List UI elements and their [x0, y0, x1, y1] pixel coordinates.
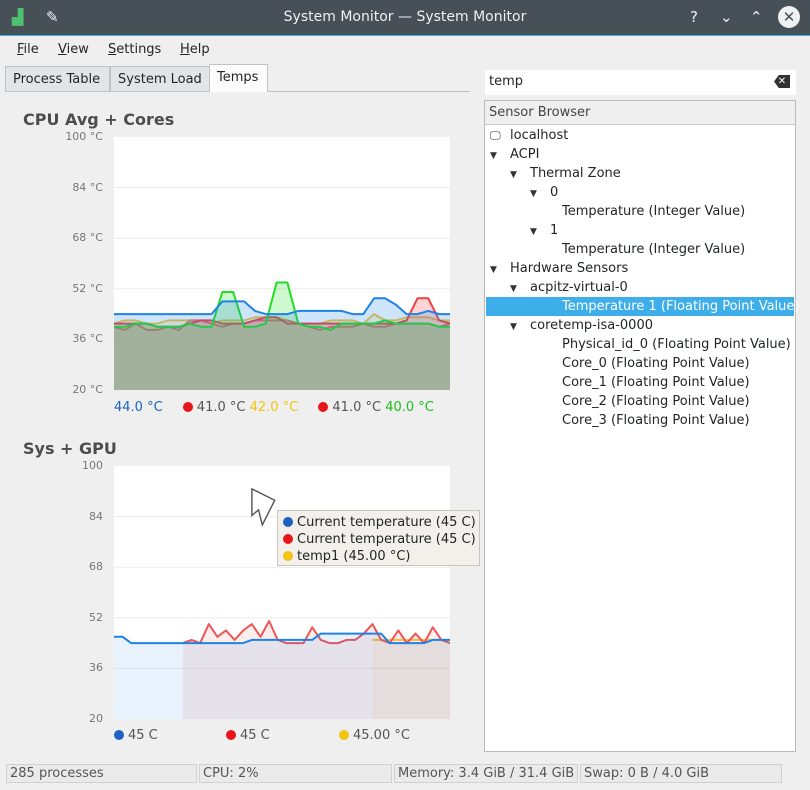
tree-item-label: Temperature (Integer Value)	[562, 204, 746, 219]
tree-item[interactable]: Physical_id_0 (Floating Point Value)	[486, 335, 794, 354]
tree-item[interactable]: Core_2 (Floating Point Value)	[486, 392, 794, 411]
tree-item[interactable]: ▼ ACPI	[486, 145, 794, 164]
sensor-search-input[interactable]: temp ✕	[485, 70, 796, 95]
y-tick-label: 100	[82, 459, 103, 472]
tree-item-label: acpitz-virtual-0	[530, 280, 628, 295]
tree-item-label: Temperature 1 (Floating Point Value)	[562, 299, 800, 314]
tree-item-label: ACPI	[510, 147, 540, 162]
status-cpu: CPU: 2%	[199, 764, 392, 783]
legend-value: 42.0 °C	[249, 400, 299, 415]
tree-item-label: 1	[550, 223, 559, 238]
tooltip-label: Current temperature (45 C)	[297, 515, 476, 530]
sys-legend: 45 C 45 C 45.00 °C	[114, 728, 410, 743]
computer-icon: 🖵	[490, 129, 501, 142]
legend-value: 44.0 °C	[114, 400, 163, 415]
legend-value: 40.0 °C	[385, 400, 434, 415]
chart-tooltip: Current temperature (45 C) Current tempe…	[277, 510, 480, 566]
tooltip-dot	[283, 551, 293, 561]
chart-title-cpu: CPU Avg + Cores	[23, 110, 175, 129]
legend-dot	[182, 402, 193, 412]
tree-item[interactable]: Temperature (Integer Value)	[486, 202, 794, 221]
close-button[interactable]: ✕	[778, 6, 800, 28]
tab-divider	[267, 91, 470, 92]
plot-area	[114, 466, 450, 719]
tree-item-label: 0	[550, 185, 559, 200]
tab-process-table[interactable]: Process Table	[5, 66, 110, 92]
tree-item[interactable]: 🖵 localhost	[486, 126, 794, 145]
tree-item[interactable]: Core_0 (Floating Point Value)	[486, 354, 794, 373]
tree-item-label: Thermal Zone	[530, 166, 621, 181]
legend-dot	[114, 730, 124, 740]
tree-item[interactable]: ▼ 1	[486, 221, 794, 240]
tooltip-label: Current temperature (45 C)	[297, 532, 476, 547]
tree-item-label: Core_3 (Floating Point Value)	[562, 413, 750, 428]
tree-item-label: localhost	[510, 128, 569, 143]
tree-item[interactable]: ▼ Hardware Sensors	[486, 259, 794, 278]
status-processes: 285 processes	[6, 764, 197, 783]
tooltip-label: temp1 (45.00 °C)	[297, 549, 411, 564]
tab-temps[interactable]: Temps	[209, 64, 268, 92]
y-tick-label: 68 °C	[72, 231, 103, 245]
menu-view[interactable]: View	[58, 42, 89, 57]
sensor-browser-header: Sensor Browser	[485, 101, 795, 125]
legend-value: 41.0 °C	[196, 400, 246, 415]
tree-item-label: Hardware Sensors	[510, 261, 629, 276]
legend-dot	[339, 730, 349, 740]
tab-system-load[interactable]: System Load	[110, 66, 210, 92]
y-tick-label: 68	[89, 560, 103, 574]
help-button[interactable]: ?	[690, 8, 698, 26]
tree-item-label: Core_1 (Floating Point Value)	[562, 375, 750, 390]
chart-title-sys: Sys + GPU	[23, 439, 117, 458]
plot-area	[114, 137, 450, 390]
tooltip-dot	[283, 534, 293, 544]
menu-file[interactable]: File	[17, 42, 39, 57]
legend-value: 45 C	[128, 728, 158, 743]
y-tick-label: 52 °C	[72, 281, 103, 295]
tree-item-label: coretemp-isa-0000	[530, 318, 653, 333]
y-tick-label: 36	[89, 661, 103, 675]
tree-item[interactable]: Temperature (Integer Value)	[486, 240, 794, 259]
menu-help[interactable]: Help	[180, 42, 210, 57]
tree-item-label: Core_0 (Floating Point Value)	[562, 356, 750, 371]
tree-item[interactable]: ▼ 0	[486, 183, 794, 202]
tree-item[interactable]: ▼ Thermal Zone	[486, 164, 794, 183]
tree-item-label: Temperature (Integer Value)	[562, 242, 746, 257]
title-bar: ▟ ✎ System Monitor — System Monitor ? ⌄ …	[0, 0, 810, 36]
y-tick-label: 100 °C	[65, 130, 103, 143]
y-tick-label: 52	[89, 610, 103, 624]
legend-dot	[226, 730, 236, 740]
legend-value: 45 C	[240, 728, 270, 743]
legend-dot	[318, 402, 329, 412]
y-tick-label: 20 °C	[72, 383, 103, 396]
tree-item-label: Core_2 (Floating Point Value)	[562, 394, 750, 409]
legend-value: 45.00 °C	[353, 728, 410, 743]
menu-bar: File View Settings Help	[0, 37, 810, 62]
menu-settings[interactable]: Settings	[108, 42, 161, 57]
minimize-button[interactable]: ⌄	[720, 8, 733, 26]
tree-item[interactable]: Core_1 (Floating Point Value)	[486, 373, 794, 392]
series-area	[114, 633, 450, 719]
status-swap: Swap: 0 B / 4.0 GiB	[580, 764, 782, 783]
tooltip-dot	[283, 517, 293, 527]
window-title: System Monitor — System Monitor	[283, 9, 527, 25]
status-memory: Memory: 3.4 GiB / 31.4 GiB	[394, 764, 578, 783]
tree-item[interactable]: ▼ coretemp-isa-0000	[486, 316, 794, 335]
tree-item[interactable]: ▼ acpitz-virtual-0	[486, 278, 794, 297]
y-tick-label: 36 °C	[72, 332, 103, 346]
maximize-button[interactable]: ⌃	[750, 8, 763, 26]
tree-item[interactable]: Core_3 (Floating Point Value)	[486, 411, 794, 430]
y-tick-label: 20	[89, 712, 103, 725]
y-tick-label: 84	[89, 509, 103, 523]
legend-value: 41.0 °C	[332, 400, 382, 415]
tree-item[interactable]: Temperature 1 (Floating Point Value)	[486, 297, 799, 316]
search-value: temp	[489, 74, 524, 89]
tree-item-label: Physical_id_0 (Floating Point Value)	[562, 337, 791, 352]
mouse-cursor-icon	[251, 487, 276, 528]
cpu-legend: 44.0 °C 41.0 °C 42.0 °C 41.0 °C 40.0 °C	[114, 400, 434, 415]
clear-text-icon[interactable]: ✕	[774, 75, 790, 88]
sensor-browser: Sensor Browser 🖵 localhost ▼ ACPI ▼ Thermal Z…	[484, 100, 799, 752]
y-tick-label: 84 °C	[72, 180, 103, 194]
